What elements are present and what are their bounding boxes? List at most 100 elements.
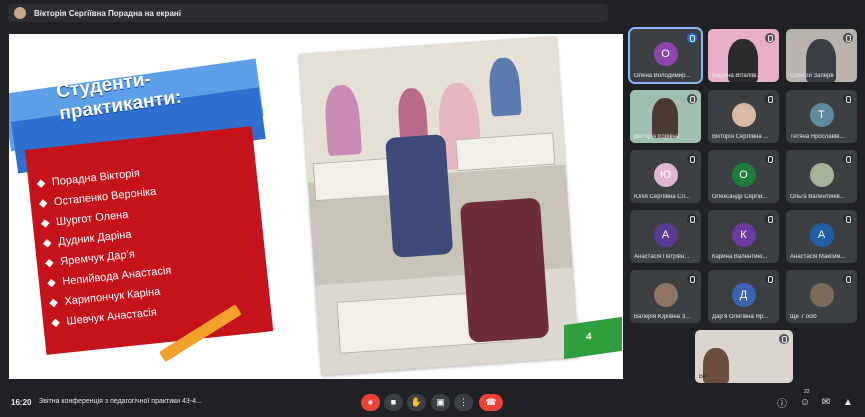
leave-call-button[interactable]: ☎ (479, 394, 503, 411)
participant-tile[interactable]: Вікторія Сергіївна ... (708, 90, 779, 143)
participant-name: Олена Володимир... (634, 73, 691, 79)
slide-page-number: 4 (586, 331, 592, 343)
diamond-bullet-icon (47, 278, 56, 288)
participant-tile[interactable]: Вікторія Ігорівна (630, 90, 701, 143)
top-bar: Вікторія Сергіївна Порадна на екрані (0, 0, 865, 28)
mic-muted-icon (765, 274, 775, 284)
mic-muted-icon (765, 214, 775, 224)
participant-tile[interactable]: К Карина Валентині... (708, 210, 779, 263)
classroom-photo (299, 36, 579, 376)
participant-avatar: Д (731, 283, 756, 307)
slide-page-number-badge: 4 (564, 316, 622, 360)
participant-name: Валерія Юріївна З... (634, 314, 691, 320)
participant-name: Олексій Заперв (790, 73, 834, 79)
participant-name: Ольга Валентинів... (790, 194, 845, 200)
bottom-bar: 16:20 Звітна конференція з педагогічної … (0, 389, 865, 417)
participant-name: Марина Віталіїв... (712, 73, 762, 79)
mic-muted-icon (687, 274, 697, 284)
mic-muted-icon (765, 33, 775, 43)
participant-name: Дар’я Олегівна Яр... (712, 314, 769, 320)
participant-tile[interactable]: Марина Віталіїв... (708, 29, 779, 82)
self-view-tile[interactable]: Ви (695, 330, 793, 383)
participant-avatar (653, 283, 678, 307)
presentation-stage[interactable]: Студенти-практиканти: Порадна Вікторія Ос… (9, 34, 623, 379)
participants-count-badge: 22 (804, 389, 810, 395)
activities-icon[interactable]: ▲ (842, 396, 854, 408)
mic-muted-icon (765, 154, 775, 164)
call-end-icon: ☎ (485, 397, 497, 407)
participant-name: Вікторія Сергіївна ... (712, 134, 769, 140)
mic-toggle-button[interactable]: ● (361, 394, 380, 411)
mic-muted-icon (843, 94, 853, 104)
diamond-bullet-icon (51, 318, 60, 328)
present-button[interactable]: ▣ (431, 394, 450, 411)
participant-avatar: О (653, 42, 678, 66)
info-icon[interactable]: ⓘ (776, 396, 788, 410)
participant-avatar (809, 163, 834, 187)
participant-name: Карина Валентині... (712, 254, 768, 260)
participant-tile[interactable]: Олексій Заперв (786, 29, 857, 82)
participant-tile[interactable]: Ольга Валентинів... (786, 150, 857, 203)
people-icon[interactable]: ☺ (799, 396, 811, 408)
more-vert-icon: ⋮ (459, 397, 468, 407)
camera-icon: ■ (390, 397, 397, 407)
mic-muted-icon (687, 214, 697, 224)
diamond-bullet-icon (45, 258, 54, 268)
participant-avatar: К (731, 223, 756, 247)
diamond-bullet-icon (40, 219, 50, 228)
raise-hand-button[interactable]: ✋ (407, 394, 426, 411)
participant-tile[interactable]: А Анастасія Петрівн... (630, 210, 701, 263)
participant-tile[interactable]: Д Дар’я Олегівна Яр... (708, 270, 779, 323)
presentation-banner[interactable]: Вікторія Сергіївна Порадна на екрані (8, 4, 608, 22)
mic-status-icon (779, 334, 789, 344)
participant-tile[interactable]: О Олена Володимир... (628, 27, 703, 84)
participant-avatar: Т (809, 103, 834, 127)
participant-video (652, 98, 678, 138)
mic-muted-icon (843, 274, 853, 284)
participant-avatar (731, 103, 756, 127)
presenter-avatar (14, 7, 26, 19)
present-icon: ▣ (436, 397, 445, 407)
photo-desk (455, 132, 556, 172)
participant-tile[interactable]: Валерія Юріївна З... (630, 270, 701, 323)
participant-avatar: А (809, 223, 834, 247)
clock: 16:20 (11, 398, 32, 407)
presentation-banner-text: Вікторія Сергіївна Порадна на екрані (34, 8, 181, 18)
mic-muted-icon (843, 33, 853, 43)
participant-avatar: О (731, 163, 756, 187)
mic-muted-icon (843, 214, 853, 224)
photo-jacket (459, 197, 550, 343)
student-list: Порадна Вікторія Остапенко Вероніка Шургот… (36, 152, 263, 333)
speaking-indicator-icon (687, 33, 697, 43)
more-options-button[interactable]: ⋮ (454, 394, 473, 411)
self-view-name: Ви (699, 374, 707, 380)
participant-name: Ще 7 осіб (790, 314, 817, 320)
participant-name: Юлія Сергіївна Сл... (634, 194, 691, 200)
participant-tile[interactable]: Ю Юлія Сергіївна Сл... (630, 150, 701, 203)
mic-off-icon: ● (367, 397, 374, 407)
participant-avatar: А (653, 223, 678, 247)
participant-name: Олександр Сергій... (712, 194, 768, 200)
diamond-bullet-icon (38, 199, 48, 208)
participant-name: Вікторія Ігорівна (634, 134, 680, 140)
participant-tile[interactable]: О Олександр Сергій... (708, 150, 779, 203)
photo-jacket (385, 134, 454, 258)
diamond-bullet-icon (43, 239, 52, 248)
diamond-bullet-icon (49, 298, 58, 308)
participant-name: Анастасія Петрівн... (634, 254, 690, 260)
participant-avatar (809, 283, 834, 307)
mic-muted-icon (843, 154, 853, 164)
meeting-title: Звітна конференція з педагогічної практи… (39, 398, 202, 405)
mic-muted-icon (687, 154, 697, 164)
participant-tile[interactable]: А Анастасія Максим... (786, 210, 857, 263)
mic-muted-icon (687, 94, 697, 104)
mic-muted-icon (765, 94, 775, 104)
participant-tile[interactable]: Ще 7 осіб (786, 270, 857, 323)
participant-name: Анастасія Максим... (790, 254, 846, 260)
participant-name: Тетяна Ярославів... (790, 134, 845, 140)
participant-tile[interactable]: Т Тетяна Ярославів... (786, 90, 857, 143)
participant-avatar: Ю (653, 163, 678, 187)
camera-toggle-button[interactable]: ■ (384, 394, 403, 411)
hand-icon: ✋ (410, 397, 423, 407)
chat-icon[interactable]: ✉ (820, 396, 832, 408)
